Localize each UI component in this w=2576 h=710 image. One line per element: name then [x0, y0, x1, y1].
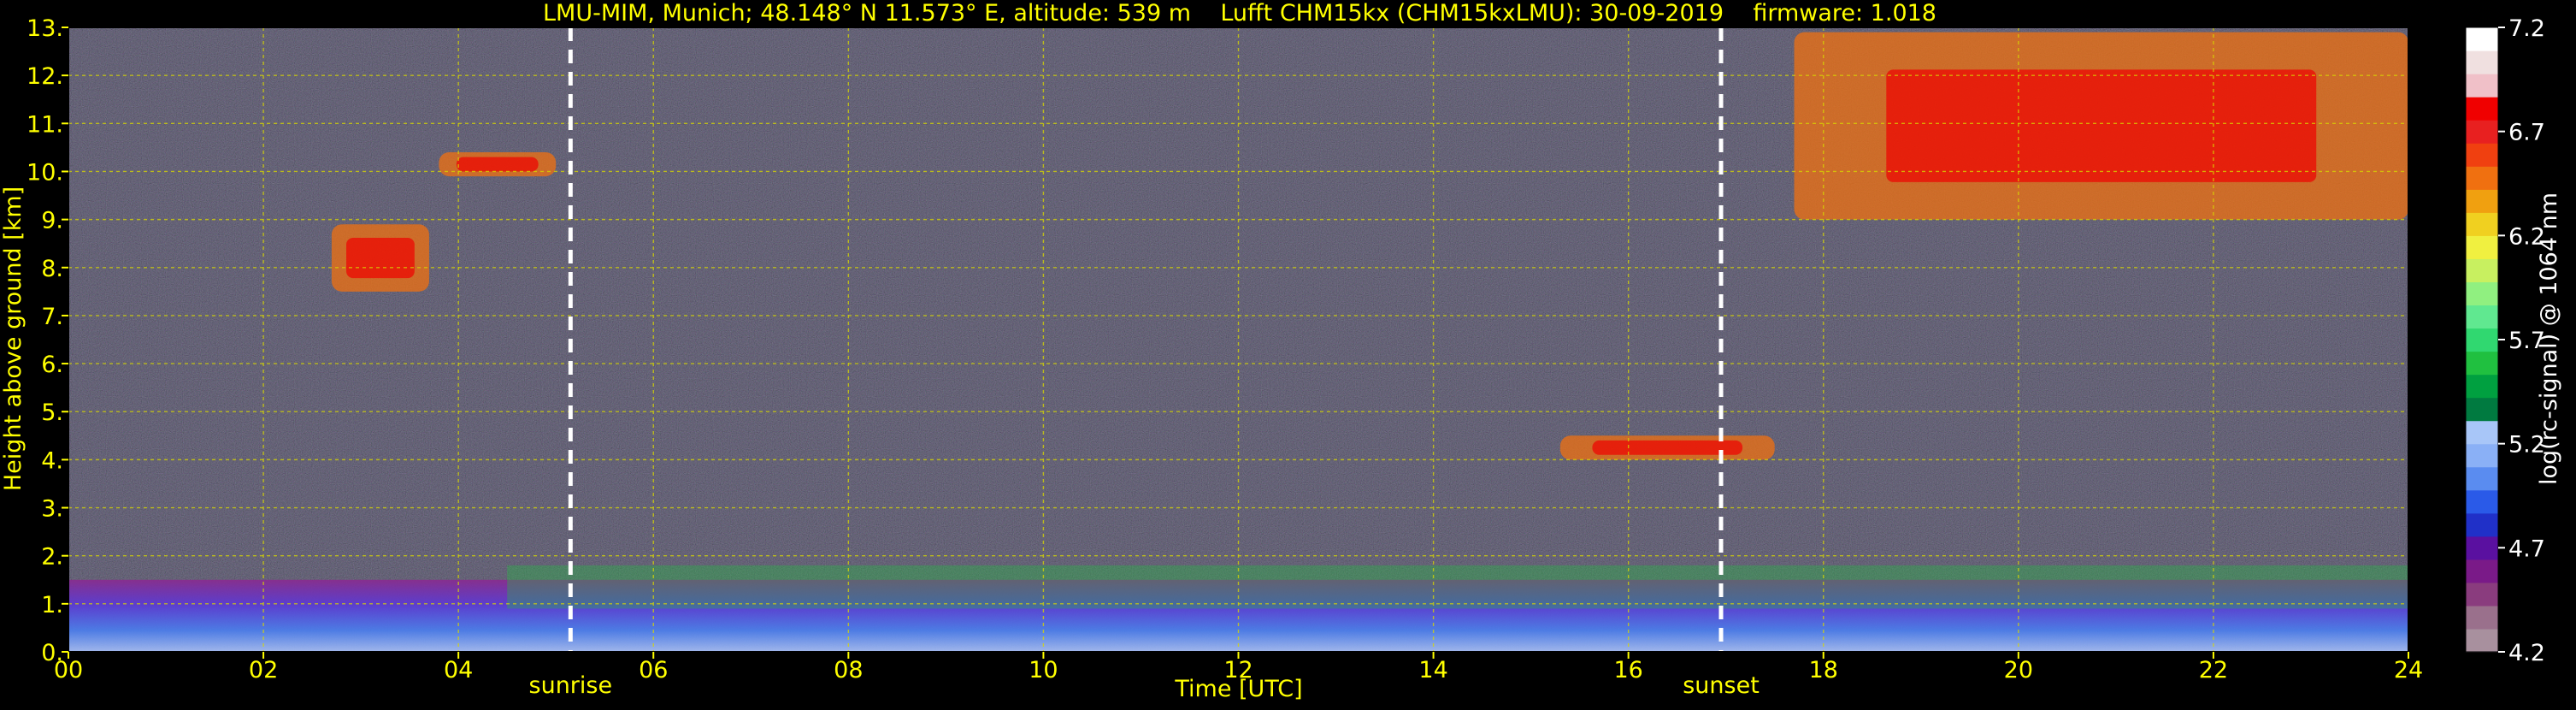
- colorbar-tick-label: 6.7: [2508, 120, 2545, 146]
- colorbar-segment: [2466, 189, 2498, 213]
- feature-aerosol-layer-top-1: [507, 565, 2408, 609]
- colorbar-segment: [2466, 281, 2498, 306]
- colorbar-segment: [2466, 535, 2498, 560]
- x-tick-label: 22: [2199, 657, 2228, 683]
- y-tick-label: 7.: [41, 304, 63, 330]
- colorbar-segment: [2466, 559, 2498, 583]
- colorbar-segment: [2466, 420, 2498, 445]
- y-axis-label: Height above ground [km]: [0, 186, 27, 491]
- y-tick-label: 4.: [41, 447, 63, 474]
- x-tick-label: 16: [1613, 657, 1642, 683]
- colorbar-segment: [2466, 258, 2498, 283]
- colorbar-segment: [2466, 235, 2498, 259]
- ceilometer-chart: sunrise sunset 00 02 04 06 08 10 12 14 16 18 20 22 24 0…: [0, 0, 2576, 707]
- x-tick-label: 08: [834, 657, 863, 683]
- y-tick-label: 1.: [41, 592, 63, 618]
- chart-title: LMU-MIM, Munich; 48.148° N 11.573° E, al…: [543, 0, 1936, 27]
- colorbar-segment: [2466, 466, 2498, 491]
- colorbar-segment: [2466, 120, 2498, 144]
- y-tick-label: 9.: [41, 208, 63, 234]
- colorbar-segment: [2466, 212, 2498, 236]
- colorbar-segment: [2466, 351, 2498, 376]
- colorbar-segment: [2466, 305, 2498, 329]
- x-axis-label: Time [UTC]: [1174, 676, 1302, 702]
- x-tick-label: 14: [1418, 657, 1447, 683]
- feature-core-3: [456, 157, 539, 172]
- x-tick-label: 24: [2394, 657, 2423, 683]
- y-tick-label: 3.: [41, 496, 63, 523]
- sunset-label: sunset: [1683, 672, 1760, 699]
- y-tick-label: 6.: [41, 352, 63, 378]
- colorbar-segment: [2466, 582, 2498, 606]
- colorbar-label: log(rc-signal) @ 1064 nm: [2536, 192, 2562, 485]
- colorbar-segment: [2466, 143, 2498, 167]
- x-tick-label: 20: [2004, 657, 2033, 683]
- colorbar: 7.26.76.25.75.24.74.2: [2465, 15, 2545, 666]
- x-tick-label: 18: [1809, 657, 1838, 683]
- colorbar-tick-label: 7.2: [2508, 15, 2545, 42]
- y-tick-label: 2.: [41, 544, 63, 571]
- colorbar-segment: [2466, 328, 2498, 352]
- colorbar-segment: [2466, 443, 2498, 468]
- plot-area: [68, 27, 2409, 653]
- colorbar-segment: [2466, 489, 2498, 514]
- colorbar-tick-label: 4.7: [2508, 535, 2545, 562]
- x-tick-label: 04: [444, 657, 473, 683]
- y-tick-label: 13.: [27, 15, 63, 42]
- feature-core-5: [1886, 69, 2317, 182]
- y-tick-label: 10.: [27, 159, 63, 186]
- colorbar-segment: [2466, 74, 2498, 98]
- colorbar-segment: [2466, 166, 2498, 190]
- chart-canvas: sunrise sunset00 02 04 06 08 10 12 14 16 18 20 22 240…: [0, 0, 2562, 702]
- colorbar-segment: [2466, 27, 2498, 51]
- feature-core-2: [346, 237, 415, 279]
- x-tick-label: 10: [1029, 657, 1058, 683]
- colorbar-segment: [2466, 628, 2498, 653]
- colorbar-segment: [2466, 397, 2498, 422]
- colorbar-segment: [2466, 605, 2498, 630]
- y-tick-label: 11.: [27, 111, 63, 138]
- x-tick-label: 06: [639, 657, 668, 683]
- y-tick-label: 8.: [41, 256, 63, 282]
- y-tick-label: 5.: [41, 399, 63, 426]
- sunrise-label: sunrise: [529, 672, 613, 699]
- colorbar-segment: [2466, 374, 2498, 399]
- colorbar-segment: [2466, 50, 2498, 74]
- x-tick-label: 02: [249, 657, 278, 683]
- colorbar-segment: [2466, 97, 2498, 121]
- y-tick-label: 0.: [41, 640, 63, 666]
- y-tick-label: 12.: [27, 63, 63, 90]
- colorbar-tick-label: 4.2: [2508, 640, 2545, 666]
- colorbar-segment: [2466, 512, 2498, 537]
